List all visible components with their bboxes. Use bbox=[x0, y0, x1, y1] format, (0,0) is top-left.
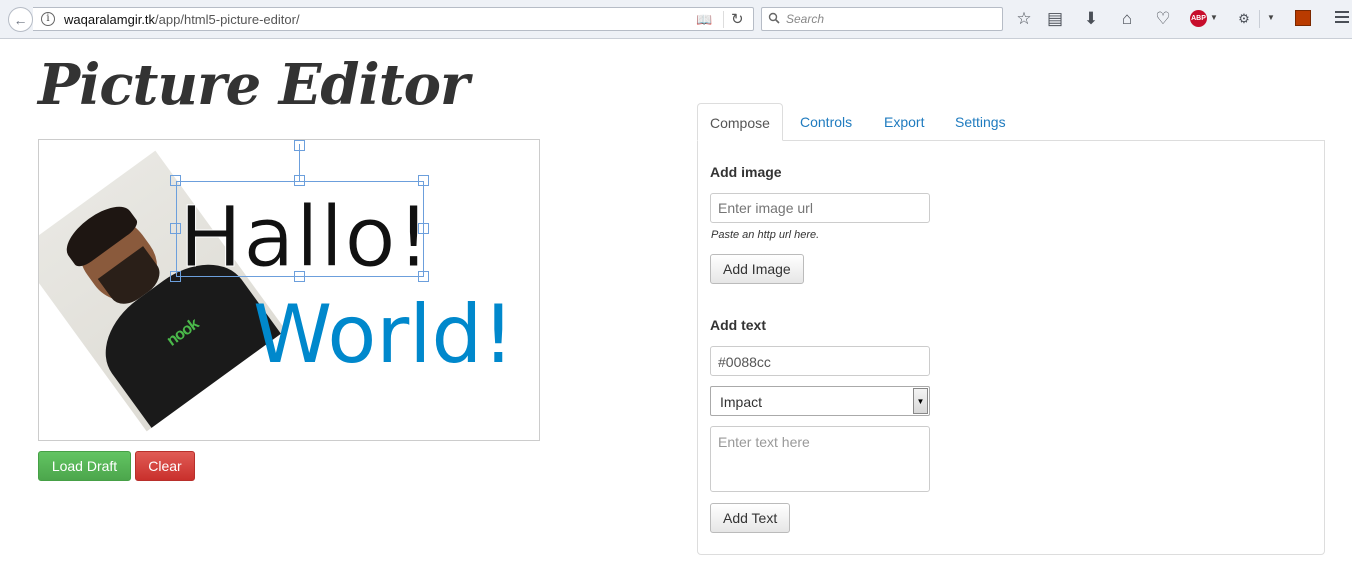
url-divider bbox=[723, 11, 724, 28]
browser-toolbar: ← i waqaralamgir.tk/app/html5-picture-ed… bbox=[0, 0, 1352, 39]
pocket-icon[interactable]: ♡ bbox=[1152, 8, 1174, 30]
bookmarks-list-icon[interactable]: ▤ bbox=[1044, 8, 1066, 30]
search-icon bbox=[768, 12, 780, 24]
resize-handle-left[interactable] bbox=[170, 223, 181, 234]
resize-handle-bottom-left[interactable] bbox=[170, 271, 181, 282]
url-path: /app/html5-picture-editor/ bbox=[155, 12, 300, 27]
image-url-help: Paste an http url here. bbox=[711, 229, 820, 241]
overflow-caret-icon[interactable]: ▼ bbox=[1267, 13, 1275, 22]
url-bar[interactable]: i waqaralamgir.tk/app/html5-picture-edit… bbox=[33, 7, 754, 31]
load-draft-button[interactable]: Load Draft bbox=[38, 451, 131, 481]
add-image-button[interactable]: Add Image bbox=[710, 254, 804, 284]
resize-handle-bottom-right[interactable] bbox=[418, 271, 429, 282]
font-select-value: Impact bbox=[720, 394, 763, 410]
tab-bar: Compose Controls Export Settings bbox=[697, 103, 1325, 141]
rotation-handle[interactable] bbox=[294, 140, 305, 151]
add-image-heading: Add image bbox=[710, 164, 782, 180]
tab-compose[interactable]: Compose bbox=[697, 103, 783, 141]
reader-view-icon[interactable]: 📖 bbox=[696, 12, 712, 28]
selection-box bbox=[176, 181, 424, 277]
search-placeholder: Search bbox=[786, 12, 825, 26]
text-input[interactable]: Enter text here bbox=[710, 426, 930, 492]
info-icon[interactable]: i bbox=[41, 12, 55, 26]
extension-icon[interactable]: ⚙ bbox=[1233, 8, 1255, 30]
resize-handle-top-left[interactable] bbox=[170, 175, 181, 186]
toolbar-divider bbox=[1259, 10, 1260, 28]
resize-handle-right[interactable] bbox=[418, 223, 429, 234]
editor-canvas[interactable]: nook World! Hallo! bbox=[38, 139, 540, 441]
compose-panel: Add image Paste an http url here. Add Im… bbox=[697, 140, 1325, 555]
add-text-button[interactable]: Add Text bbox=[710, 503, 791, 533]
back-button[interactable]: ← bbox=[8, 7, 33, 32]
home-icon[interactable]: ⌂ bbox=[1116, 8, 1138, 30]
select-arrow-icon[interactable]: ▼ bbox=[913, 388, 928, 414]
page-title: Picture Editor bbox=[38, 52, 470, 118]
adblock-icon[interactable]: ABP bbox=[1190, 10, 1207, 27]
add-text-heading: Add text bbox=[710, 317, 766, 333]
color-input[interactable]: #0088cc bbox=[710, 346, 930, 376]
download-icon[interactable]: ⬇ bbox=[1080, 8, 1102, 30]
resize-handle-bottom[interactable] bbox=[294, 271, 305, 282]
url-domain: waqaralamgir.tk bbox=[64, 12, 156, 27]
bookmark-star-icon[interactable]: ☆ bbox=[1013, 8, 1035, 30]
clear-button[interactable]: Clear bbox=[135, 451, 195, 481]
hamburger-menu-icon[interactable] bbox=[1335, 11, 1349, 25]
tab-settings[interactable]: Settings bbox=[943, 103, 1018, 141]
tab-controls[interactable]: Controls bbox=[788, 103, 864, 141]
font-select[interactable]: Impact ▼ bbox=[710, 386, 930, 416]
resize-handle-top[interactable] bbox=[294, 175, 305, 186]
search-bar[interactable]: Search bbox=[761, 7, 1003, 31]
adblock-menu-caret-icon[interactable]: ▼ bbox=[1210, 13, 1218, 22]
resize-handle-top-right[interactable] bbox=[418, 175, 429, 186]
image-url-input[interactable] bbox=[710, 193, 930, 223]
extension-orange-icon[interactable] bbox=[1295, 10, 1311, 26]
url-text[interactable]: waqaralamgir.tk/app/html5-picture-editor… bbox=[64, 12, 300, 27]
tab-export[interactable]: Export bbox=[872, 103, 936, 141]
canvas-text-world[interactable]: World! bbox=[253, 288, 514, 381]
reload-icon[interactable]: ↻ bbox=[731, 10, 744, 28]
